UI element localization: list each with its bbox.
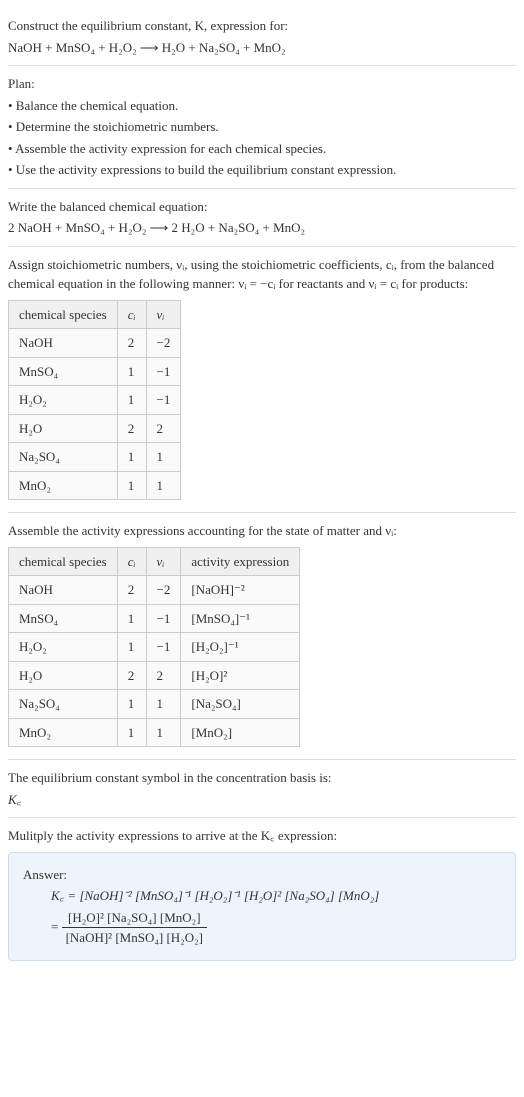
cell-species: Na₂SO₄ bbox=[9, 443, 118, 472]
table-row: H₂O 2 2 [H₂O]² bbox=[9, 661, 300, 690]
symbol-text: The equilibrium constant symbol in the c… bbox=[8, 768, 516, 788]
plan-bullet-1: • Balance the chemical equation. bbox=[8, 96, 516, 116]
table-row: NaOH 2 −2 [NaOH]⁻² bbox=[9, 576, 300, 605]
cell-vi: −1 bbox=[146, 604, 181, 633]
cell-activity: [MnSO₄]⁻¹ bbox=[181, 604, 300, 633]
cell-species: MnSO₄ bbox=[9, 604, 118, 633]
cell-ci: 1 bbox=[117, 471, 146, 500]
col-vi: νᵢ bbox=[146, 547, 181, 576]
cell-ci: 1 bbox=[117, 357, 146, 386]
cell-ci: 1 bbox=[117, 633, 146, 662]
symbol-section: The equilibrium constant symbol in the c… bbox=[8, 760, 516, 818]
cell-ci: 2 bbox=[117, 576, 146, 605]
cell-ci: 1 bbox=[117, 443, 146, 472]
cell-ci: 1 bbox=[117, 718, 146, 747]
cell-ci: 2 bbox=[117, 329, 146, 358]
cell-species: H₂O₂ bbox=[9, 633, 118, 662]
table-row: NaOH 2 −2 bbox=[9, 329, 181, 358]
cell-vi: 1 bbox=[146, 690, 181, 719]
intro-line1-text: Construct the equilibrium constant, K, e… bbox=[8, 18, 288, 33]
cell-species: H₂O bbox=[9, 414, 118, 443]
answer-line2: = [H₂O]² [Na₂SO₄] [MnO₂] [NaOH]² [MnSO₄]… bbox=[51, 908, 501, 948]
col-species: chemical species bbox=[9, 300, 118, 329]
table-row: chemical species cᵢ νᵢ activity expressi… bbox=[9, 547, 300, 576]
answer-box: Answer: K꜀ = [NaOH]⁻² [MnSO₄]⁻¹ [H₂O₂]⁻¹… bbox=[8, 852, 516, 961]
plan-bullet-2: • Determine the stoichiometric numbers. bbox=[8, 117, 516, 137]
activity-table: chemical species cᵢ νᵢ activity expressi… bbox=[8, 547, 300, 748]
cell-species: MnO₂ bbox=[9, 471, 118, 500]
answer-label: Answer: bbox=[23, 865, 501, 885]
stoich-table: chemical species cᵢ νᵢ NaOH 2 −2 MnSO₄ 1… bbox=[8, 300, 181, 501]
fraction-denominator: [NaOH]² [MnSO₄] [H₂O₂] bbox=[62, 928, 207, 948]
table-row: chemical species cᵢ νᵢ bbox=[9, 300, 181, 329]
cell-species: H₂O₂ bbox=[9, 386, 118, 415]
intro-section: Construct the equilibrium constant, K, e… bbox=[8, 8, 516, 66]
cell-vi: −1 bbox=[146, 386, 181, 415]
col-species: chemical species bbox=[9, 547, 118, 576]
table-row: Na₂SO₄ 1 1 [Na₂SO₄] bbox=[9, 690, 300, 719]
intro-line1: Construct the equilibrium constant, K, e… bbox=[8, 16, 516, 36]
col-ci: cᵢ bbox=[117, 547, 146, 576]
cell-species: Na₂SO₄ bbox=[9, 690, 118, 719]
symbol-kc: K꜀ bbox=[8, 790, 516, 810]
plan-bullet-3: • Assemble the activity expression for e… bbox=[8, 139, 516, 159]
balanced-title: Write the balanced chemical equation: bbox=[8, 197, 516, 217]
assign-section: Assign stoichiometric numbers, νᵢ, using… bbox=[8, 247, 516, 514]
plan-section: Plan: • Balance the chemical equation. •… bbox=[8, 66, 516, 189]
cell-activity: [H₂O₂]⁻¹ bbox=[181, 633, 300, 662]
cell-vi: −2 bbox=[146, 329, 181, 358]
cell-vi: 1 bbox=[146, 471, 181, 500]
answer-line1: K꜀ = [NaOH]⁻² [MnSO₄]⁻¹ [H₂O₂]⁻¹ [H₂O]² … bbox=[51, 886, 501, 906]
cell-vi: −1 bbox=[146, 633, 181, 662]
cell-vi: 1 bbox=[146, 443, 181, 472]
table-row: MnSO₄ 1 −1 [MnSO₄]⁻¹ bbox=[9, 604, 300, 633]
cell-ci: 2 bbox=[117, 414, 146, 443]
table-row: H₂O₂ 1 −1 bbox=[9, 386, 181, 415]
plan-title: Plan: bbox=[8, 74, 516, 94]
cell-ci: 1 bbox=[117, 386, 146, 415]
cell-activity: [H₂O]² bbox=[181, 661, 300, 690]
table-row: H₂O₂ 1 −1 [H₂O₂]⁻¹ bbox=[9, 633, 300, 662]
table-row: Na₂SO₄ 1 1 bbox=[9, 443, 181, 472]
multiply-text: Mulitply the activity expressions to arr… bbox=[8, 826, 516, 846]
table-row: MnO₂ 1 1 bbox=[9, 471, 181, 500]
cell-ci: 2 bbox=[117, 661, 146, 690]
table-row: MnO₂ 1 1 [MnO₂] bbox=[9, 718, 300, 747]
col-vi: νᵢ bbox=[146, 300, 181, 329]
assemble-text: Assemble the activity expressions accoun… bbox=[8, 521, 516, 541]
cell-vi: 2 bbox=[146, 661, 181, 690]
balanced-section: Write the balanced chemical equation: 2 … bbox=[8, 189, 516, 247]
cell-activity: [Na₂SO₄] bbox=[181, 690, 300, 719]
multiply-section: Mulitply the activity expressions to arr… bbox=[8, 818, 516, 967]
cell-activity: [MnO₂] bbox=[181, 718, 300, 747]
cell-ci: 1 bbox=[117, 604, 146, 633]
assign-text: Assign stoichiometric numbers, νᵢ, using… bbox=[8, 255, 516, 294]
cell-species: MnSO₄ bbox=[9, 357, 118, 386]
cell-species: MnO₂ bbox=[9, 718, 118, 747]
cell-vi: 2 bbox=[146, 414, 181, 443]
answer-line1-text: K꜀ = [NaOH]⁻² [MnSO₄]⁻¹ [H₂O₂]⁻¹ [H₂O]² … bbox=[51, 888, 379, 903]
balanced-equation: 2 NaOH + MnSO₄ + H₂O₂ ⟶ 2 H₂O + Na₂SO₄ +… bbox=[8, 218, 516, 238]
answer-eq-prefix: = bbox=[51, 918, 62, 933]
col-ci: cᵢ bbox=[117, 300, 146, 329]
cell-activity: [NaOH]⁻² bbox=[181, 576, 300, 605]
cell-vi: −1 bbox=[146, 357, 181, 386]
table-row: H₂O 2 2 bbox=[9, 414, 181, 443]
fraction: [H₂O]² [Na₂SO₄] [MnO₂] [NaOH]² [MnSO₄] [… bbox=[62, 908, 207, 948]
cell-vi: −2 bbox=[146, 576, 181, 605]
plan-bullet-4: • Use the activity expressions to build … bbox=[8, 160, 516, 180]
cell-ci: 1 bbox=[117, 690, 146, 719]
table-row: MnSO₄ 1 −1 bbox=[9, 357, 181, 386]
col-activity: activity expression bbox=[181, 547, 300, 576]
fraction-numerator: [H₂O]² [Na₂SO₄] [MnO₂] bbox=[62, 908, 207, 929]
cell-species: H₂O bbox=[9, 661, 118, 690]
cell-vi: 1 bbox=[146, 718, 181, 747]
cell-species: NaOH bbox=[9, 576, 118, 605]
intro-equation: NaOH + MnSO₄ + H₂O₂ ⟶ H₂O + Na₂SO₄ + MnO… bbox=[8, 38, 516, 58]
cell-species: NaOH bbox=[9, 329, 118, 358]
assemble-section: Assemble the activity expressions accoun… bbox=[8, 513, 516, 760]
